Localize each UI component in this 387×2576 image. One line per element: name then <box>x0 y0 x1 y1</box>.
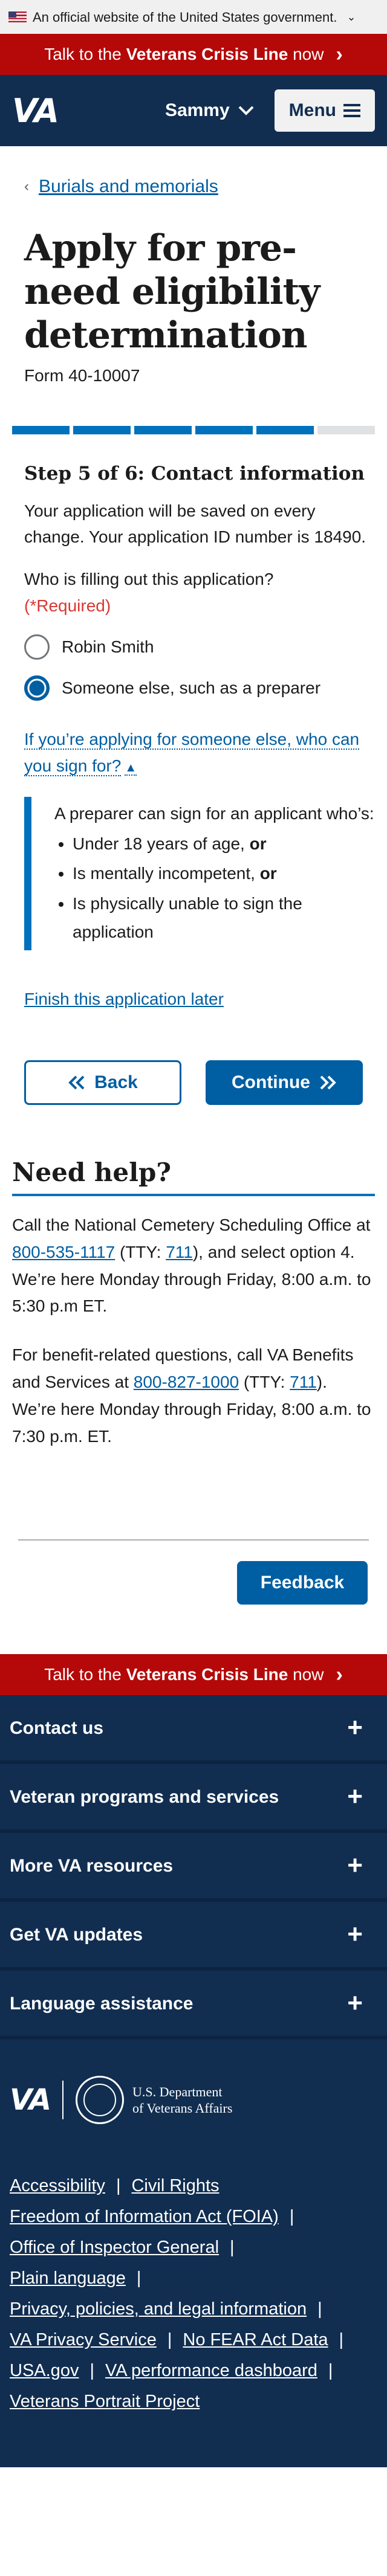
chevron-right-icon: › <box>336 1663 343 1686</box>
plus-icon: + <box>347 1850 363 1881</box>
footer-links: Accessibility | Civil Rights Freedom of In… <box>10 2176 344 2411</box>
site-header: VA Sammy Menu <box>0 75 387 146</box>
main-content: ‹ Burials and memorials Apply for pre-ne… <box>0 146 387 1106</box>
chevron-up-icon: ▲ <box>125 761 137 776</box>
need-help-heading: Need help? <box>12 1153 375 1197</box>
help-paragraph-scheduling: Call the National Cemetery Scheduling Of… <box>12 1216 371 1316</box>
va-logo[interactable]: VA <box>12 86 59 135</box>
tty-link[interactable]: 711 <box>166 1243 193 1261</box>
hamburger-icon <box>343 104 360 117</box>
chevron-right-icon: › <box>336 42 343 66</box>
chevron-down-icon: ⌄ <box>346 10 356 23</box>
list-item: Is physically unable to sign the applica… <box>73 889 375 947</box>
user-name: Sammy <box>164 100 230 120</box>
plus-icon: + <box>347 1782 363 1812</box>
list-item: Under 18 years of age, or <box>73 829 375 858</box>
progress-segment <box>73 426 131 434</box>
va-logo: VA <box>10 2083 51 2117</box>
footer-accordion-updates[interactable]: Get VA updates + <box>0 1902 387 1971</box>
footer-link-dashboard[interactable]: VA performance dashboard <box>105 2361 317 2380</box>
preparer-info-box: A preparer can sign for an applicant who… <box>24 797 375 951</box>
plus-icon: + <box>347 1988 363 2018</box>
department-name: U.S. Department of Veterans Affairs <box>132 2084 233 2116</box>
radio-button[interactable] <box>24 634 50 660</box>
va-seal-icon <box>76 2076 125 2125</box>
form-number: Form 40-10007 <box>24 366 140 385</box>
finish-later-link[interactable]: Finish this application later <box>24 987 224 1012</box>
footer-link-foia[interactable]: Freedom of Information Act (FOIA) <box>10 2207 279 2226</box>
breadcrumb: ‹ Burials and memorials <box>24 146 375 200</box>
crisis-line-bar[interactable]: Talk to the Veterans Crisis Line now › <box>0 34 387 75</box>
menu-button[interactable]: Menu <box>274 89 375 132</box>
info-intro: A preparer can sign for an applicant who… <box>54 804 374 823</box>
footer-link-privacy-service[interactable]: VA Privacy Service <box>10 2330 157 2349</box>
footer-accordion-resources[interactable]: More VA resources + <box>0 1833 387 1902</box>
need-help-section: Need help? Call the National Cemetery Sc… <box>0 1153 387 1450</box>
footer-link-no-fear[interactable]: No FEAR Act Data <box>183 2330 328 2349</box>
progress-segment <box>317 426 375 434</box>
page-title: Apply for pre-need eligibility determina… <box>24 227 320 356</box>
sign-for-expander[interactable]: If you’re applying for someone else, who… <box>24 726 375 779</box>
form-navigation: Back Continue <box>24 1060 375 1106</box>
crisis-line-text: Talk to the Veterans Crisis Line now <box>44 1665 324 1684</box>
question-label: Who is filling out this application? <box>24 570 274 589</box>
double-chevron-right-icon <box>320 1075 336 1090</box>
divider <box>62 2081 64 2120</box>
footer-logo[interactable]: VA U.S. Department of Veterans Affairs <box>0 2040 387 2125</box>
tty-link[interactable]: 711 <box>290 1373 317 1391</box>
official-site-banner[interactable]: An official website of the United States… <box>0 0 387 34</box>
footer-link-civil-rights[interactable]: Civil Rights <box>131 2176 219 2195</box>
progress-segment <box>256 426 314 434</box>
radio-option-applicant[interactable]: Robin Smith <box>24 634 375 660</box>
breadcrumb-link-burials[interactable]: Burials and memorials <box>39 173 218 200</box>
footer-link-privacy-policies[interactable]: Privacy, policies, and legal information <box>10 2299 307 2319</box>
progress-bar <box>12 426 375 434</box>
menu-label: Menu <box>288 100 336 120</box>
info-list: Under 18 years of age, or Is mentally in… <box>54 829 375 947</box>
help-paragraph-benefits: For benefit-related questions, call VA B… <box>12 1345 371 1446</box>
footer-accordion-language[interactable]: Language assistance + <box>0 1971 387 2040</box>
back-button[interactable]: Back <box>24 1060 181 1106</box>
progress-segment <box>195 426 253 434</box>
site-footer: Contact us + Veteran programs and service… <box>0 1695 387 2467</box>
crisis-line-bar-footer[interactable]: Talk to the Veterans Crisis Line now › <box>0 1654 387 1696</box>
crisis-line-text: Talk to the Veterans Crisis Line now <box>44 45 324 63</box>
chevron-down-icon <box>238 106 254 115</box>
required-label: (*Required) <box>24 596 111 616</box>
continue-button[interactable]: Continue <box>206 1060 363 1106</box>
footer-accordion-contact-us[interactable]: Contact us + <box>0 1695 387 1765</box>
save-notice: Your application will be saved on every … <box>24 501 366 546</box>
progress-segment <box>12 426 70 434</box>
plus-icon: + <box>347 1919 363 1950</box>
footer-accordion-programs[interactable]: Veteran programs and services + <box>0 1764 387 1834</box>
official-site-text: An official website of the United States… <box>33 9 337 25</box>
double-chevron-left-icon <box>68 1075 85 1090</box>
feedback-area: Feedback <box>0 1541 387 1605</box>
progress-segment <box>134 426 192 434</box>
list-item: Is mentally incompetent, or <box>73 859 375 888</box>
footer-link-accessibility[interactable]: Accessibility <box>10 2176 105 2195</box>
chevron-left-icon: ‹ <box>24 178 29 195</box>
phone-link[interactable]: 800-535-1117 <box>12 1243 115 1261</box>
expander-label: If you’re applying for someone else, who… <box>24 730 360 776</box>
user-menu-button[interactable]: Sammy <box>165 100 254 121</box>
step-heading: Step 5 of 6: Contact information <box>24 463 365 485</box>
plus-icon: + <box>347 1713 363 1743</box>
radio-button-selected[interactable] <box>24 675 50 701</box>
radio-option-preparer[interactable]: Someone else, such as a preparer <box>24 675 375 701</box>
radio-label: Robin Smith <box>62 637 154 657</box>
radio-label: Someone else, such as a preparer <box>62 678 321 698</box>
phone-link[interactable]: 800-827-1000 <box>134 1373 239 1391</box>
footer-link-usa-gov[interactable]: USA.gov <box>10 2361 79 2380</box>
us-flag-icon <box>8 11 27 22</box>
feedback-button[interactable]: Feedback <box>237 1561 368 1605</box>
footer-link-plain-language[interactable]: Plain language <box>10 2268 126 2288</box>
footer-link-oig[interactable]: Office of Inspector General <box>10 2238 219 2257</box>
footer-link-portrait-project[interactable]: Veterans Portrait Project <box>10 2392 200 2411</box>
